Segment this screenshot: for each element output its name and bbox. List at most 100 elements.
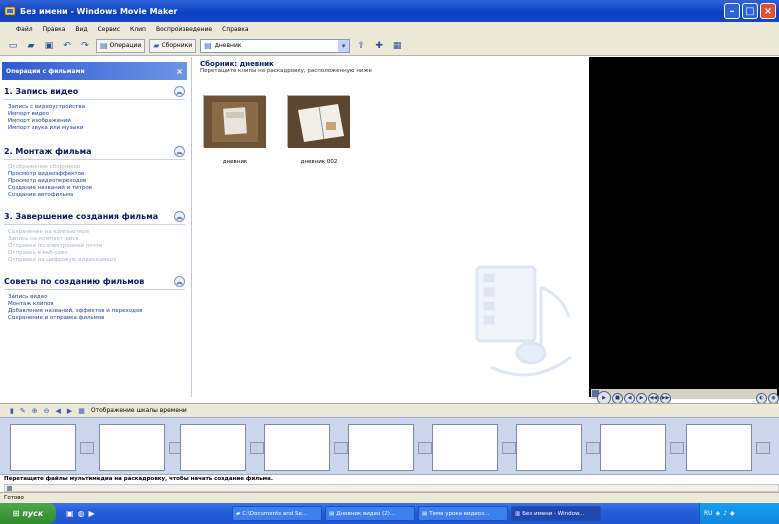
menu-tools[interactable]: Сервис xyxy=(98,26,120,33)
taskbar-item[interactable]: ▰ C:\Documents and Se... xyxy=(232,506,322,521)
desktop-icon[interactable]: ▣ xyxy=(66,509,74,518)
task-link[interactable]: Просмотр видеоэффектов xyxy=(4,171,185,178)
task-link[interactable]: Импорт звука или музыки xyxy=(4,125,185,132)
taskbar-item[interactable]: ▤ Тема урока видеоз... xyxy=(418,506,508,521)
timeline-toggle[interactable]: Отображение шкалы времени xyxy=(91,407,187,414)
volume-icon[interactable]: ♪ xyxy=(723,510,727,517)
shield-icon[interactable]: ◆ xyxy=(730,510,735,517)
document-icon: ▤ xyxy=(329,510,335,517)
taskbar: ⊞ пуск ▣ ◍ ▶ ▰ C:\Documents and Se... ▤ … xyxy=(0,503,779,524)
next-frame-icon[interactable]: ▶ xyxy=(636,392,647,404)
chevron-up-icon[interactable]: ︽ xyxy=(174,211,185,222)
maximize-button[interactable]: □ xyxy=(742,3,758,19)
task-section-header[interactable]: Советы по созданию фильмов ︽ xyxy=(4,276,185,290)
task-link[interactable]: Добавление названий, эффектов и переходо… xyxy=(4,308,185,315)
storyboard-slot[interactable] xyxy=(264,424,330,471)
taskbar-item-active[interactable]: ▥ Без имени - Window... xyxy=(511,506,601,521)
timeline-icon[interactable]: ▦ xyxy=(78,407,85,415)
network-icon[interactable]: ◈ xyxy=(716,510,721,517)
tasks-button[interactable]: ▤ Операции xyxy=(96,38,146,53)
snapshot-icon[interactable]: ◉ xyxy=(768,392,779,404)
task-link[interactable]: Импорт изображений xyxy=(4,118,185,125)
chevron-up-icon[interactable]: ︽ xyxy=(174,146,185,157)
toolbar: ▭ ▰ ▣ ↶ ↷ ▤ Операции ▰ Сборники ▤ дневни… xyxy=(0,36,779,56)
transition-slot[interactable] xyxy=(334,442,348,454)
storyboard-slot[interactable] xyxy=(600,424,666,471)
zoom-in-icon[interactable]: ⊕ xyxy=(32,407,38,415)
play-storyboard-icon[interactable]: ▶ xyxy=(67,407,72,415)
task-link[interactable]: Импорт видео xyxy=(4,111,185,118)
transition-slot[interactable] xyxy=(586,442,600,454)
close-icon[interactable]: × xyxy=(176,67,183,76)
menu-view[interactable]: Вид xyxy=(75,26,87,33)
forward-icon[interactable]: ▶▶ xyxy=(660,392,671,404)
split-clip-icon[interactable]: ◐ xyxy=(756,392,767,404)
task-link[interactable]: Сохранение и отправка фильмов xyxy=(4,315,185,322)
collections-button[interactable]: ▰ Сборники xyxy=(149,38,197,53)
view-options-icon[interactable]: ▦ xyxy=(390,38,404,53)
rewind-storyboard-icon[interactable]: ◀ xyxy=(55,407,60,415)
new-project-icon[interactable]: ▭ xyxy=(6,38,20,53)
storyboard-slot[interactable] xyxy=(432,424,498,471)
new-collection-icon[interactable]: ✚ xyxy=(372,38,386,53)
media-player-icon[interactable]: ▶ xyxy=(89,509,95,518)
storyboard-slot[interactable] xyxy=(686,424,752,471)
task-link: Отправка на цифровую видеокамеру xyxy=(8,257,117,263)
undo-icon[interactable]: ↶ xyxy=(60,38,74,53)
storyboard-slot[interactable] xyxy=(180,424,246,471)
status-bar: Готово xyxy=(0,492,779,503)
audio-levels-icon[interactable]: ▮ xyxy=(10,407,14,415)
taskbar-item[interactable]: ▤ Дневник видео (2)... xyxy=(325,506,415,521)
chevron-up-icon[interactable]: ︽ xyxy=(174,86,185,97)
task-link[interactable]: Просмотр видеопереходов xyxy=(4,178,185,185)
menu-play[interactable]: Воспроизведение xyxy=(156,26,212,33)
redo-icon[interactable]: ↷ xyxy=(78,38,92,53)
chevron-down-icon[interactable]: ▾ xyxy=(338,39,350,52)
language-indicator[interactable]: RU xyxy=(704,510,713,517)
transition-slot[interactable] xyxy=(80,442,94,454)
storyboard-slot[interactable] xyxy=(99,424,165,471)
clip-thumbnail[interactable] xyxy=(203,95,266,148)
close-button[interactable]: × xyxy=(760,3,776,19)
open-project-icon[interactable]: ▰ xyxy=(24,38,38,53)
collection-select[interactable]: ▤ дневник ▾ xyxy=(200,38,351,53)
minimize-button[interactable]: – xyxy=(724,3,740,19)
task-link[interactable]: Запись с видеоустройства xyxy=(4,104,185,111)
start-button[interactable]: ⊞ пуск xyxy=(0,503,56,524)
transition-slot[interactable] xyxy=(418,442,432,454)
task-link[interactable]: Запись видео xyxy=(4,294,185,301)
clip-item[interactable]: дневник xyxy=(203,95,267,165)
clip-thumbnail[interactable] xyxy=(287,95,350,148)
chevron-up-icon[interactable]: ︽ xyxy=(174,276,185,287)
storyboard-scrollbar[interactable] xyxy=(4,484,779,492)
collection-pane: Сборник: дневник Перетащите клипы на рас… xyxy=(193,57,589,397)
menu-edit[interactable]: Правка xyxy=(43,26,66,33)
task-section-header[interactable]: 1. Запись видео ︽ xyxy=(4,86,185,100)
storyboard-slot[interactable] xyxy=(516,424,582,471)
task-section-header[interactable]: 2. Монтаж фильма ︽ xyxy=(4,146,185,160)
zoom-out-icon[interactable]: ⊖ xyxy=(44,407,50,415)
storyboard-slot[interactable] xyxy=(10,424,76,471)
previous-frame-icon[interactable]: ◀ xyxy=(624,392,635,404)
transition-slot[interactable] xyxy=(670,442,684,454)
transition-slot[interactable] xyxy=(250,442,264,454)
task-link[interactable]: Создание автофильма xyxy=(4,192,185,199)
up-level-icon[interactable]: ⇧ xyxy=(354,38,368,53)
task-link[interactable]: Создание названий и титров xyxy=(4,185,185,192)
menu-clip[interactable]: Клип xyxy=(130,26,146,33)
narrate-icon[interactable]: ✎ xyxy=(20,407,26,415)
transition-slot[interactable] xyxy=(502,442,516,454)
task-section-header[interactable]: 3. Завершение создания фильма ︽ xyxy=(4,211,185,225)
rewind-icon[interactable]: ◀◀ xyxy=(648,392,659,404)
clip-item[interactable]: дневник 002 xyxy=(287,95,351,165)
save-project-icon[interactable]: ▣ xyxy=(42,38,56,53)
scroll-left-icon[interactable] xyxy=(7,486,12,491)
browser-icon[interactable]: ◍ xyxy=(78,509,85,518)
transition-slot[interactable] xyxy=(756,442,770,454)
storyboard-slot[interactable] xyxy=(348,424,414,471)
menu-help[interactable]: Справка xyxy=(222,26,248,33)
menu-file[interactable]: Файл xyxy=(16,26,33,33)
task-link[interactable]: Монтаж клипов xyxy=(4,301,185,308)
stop-icon[interactable]: ■ xyxy=(612,392,623,404)
task-link: Сохранение на компьютере xyxy=(8,229,90,235)
